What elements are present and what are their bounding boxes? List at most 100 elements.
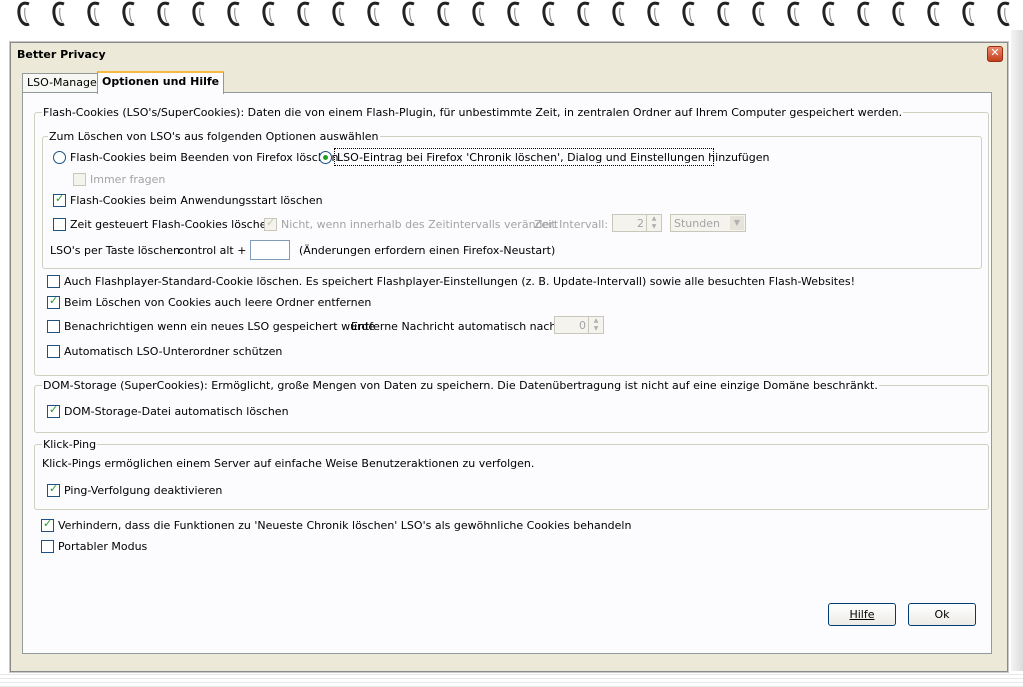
spiral-ring [51, 0, 67, 28]
not-changed-label: Nicht, wenn innerhalb des Zeitintervalls… [281, 218, 559, 231]
ok-button-label: Ok [934, 608, 950, 621]
checkmark-icon: ✓ [49, 482, 59, 495]
close-icon: ✕ [990, 46, 1000, 59]
help-button[interactable]: Hilfe [828, 603, 896, 626]
spiral-ring [716, 0, 732, 28]
spiral-ring [366, 0, 382, 28]
dom-auto-delete-label: DOM-Storage-Datei automatisch löschen [64, 405, 289, 418]
hotkey-modifier: control alt + [178, 244, 247, 257]
spiral-ring [506, 0, 522, 28]
timed-delete-checkbox[interactable] [53, 218, 66, 231]
ping-disable-checkbox[interactable]: ✓ [47, 482, 60, 497]
dom-storage-legend: DOM-Storage (SuperCookies): Ermöglicht, … [42, 379, 879, 392]
spiral-ring [156, 0, 172, 28]
interval-label: Zeit Intervall: [534, 218, 609, 231]
interval-stepper[interactable]: 2 ▲ ▼ [612, 214, 662, 232]
radio-delete-on-exit[interactable] [53, 151, 66, 164]
checkmark-icon: ✓ [266, 216, 276, 229]
std-cookie-checkbox[interactable] [47, 275, 60, 288]
portable-label: Portabler Modus [58, 540, 148, 553]
notify-checkbox[interactable] [47, 320, 60, 333]
radio-selected-dot [323, 155, 328, 160]
hotkey-note: (Änderungen erfordern einen Firefox-Neus… [299, 244, 556, 257]
radio-delete-on-exit-label: Flash-Cookies beim Beenden von Firefox l… [70, 151, 339, 164]
spiral-ring [926, 0, 942, 28]
spiral-ring [86, 0, 102, 28]
notify-remove-label: Entferne Nachricht automatisch nach [s] [351, 320, 575, 333]
empty-folders-checkbox[interactable]: ✓ [47, 294, 60, 309]
std-cookie-label: Auch Flashplayer-Standard-Cookie löschen… [64, 275, 855, 288]
spiral-ring [261, 0, 277, 28]
checkmark-icon: ✓ [55, 192, 65, 205]
close-button[interactable]: ✕ [987, 46, 1003, 62]
checkmark-icon: ✓ [49, 294, 59, 307]
interval-spin: ▲ ▼ [646, 215, 661, 231]
spin-up-icon[interactable]: ▲ [589, 317, 603, 325]
spiral-ring [821, 0, 837, 28]
checkmark-icon: ✓ [43, 517, 53, 530]
spiral-ring [191, 0, 207, 28]
dom-auto-delete-checkbox[interactable]: ✓ [47, 403, 60, 418]
prevent-checkbox[interactable]: ✓ [41, 517, 54, 532]
spiral-ring [961, 0, 977, 28]
delete-on-start-label: Flash-Cookies beim Anwendungsstart lösch… [70, 194, 323, 207]
title-bar: Better Privacy ✕ [11, 43, 1007, 65]
not-changed-checkbox[interactable]: ✓ [264, 216, 277, 231]
ping-disable-label: Ping-Verfolgung deaktivieren [64, 484, 223, 497]
ok-button[interactable]: Ok [908, 603, 976, 626]
spiral-ring [401, 0, 417, 28]
chevron-down-icon: ▼ [730, 216, 744, 230]
spiral-ring [856, 0, 872, 28]
spiral-ring [611, 0, 627, 28]
delete-on-start-checkbox[interactable]: ✓ [53, 192, 66, 207]
spiral-ring [681, 0, 697, 28]
spiral-ring [331, 0, 347, 28]
spiral-binding [0, 0, 1023, 36]
notify-remove-value: 0 [579, 319, 586, 332]
portable-checkbox[interactable] [41, 540, 54, 553]
tab-label: Optionen und Hilfe [102, 75, 220, 88]
page-stack-edge [0, 671, 1023, 687]
window-title: Better Privacy [17, 48, 106, 61]
klick-ping-legend: Klick-Ping [42, 438, 98, 451]
tab-label: LSO-Manager [27, 76, 102, 89]
always-ask-label: Immer fragen [90, 173, 166, 186]
help-button-label: Hilfe [849, 608, 875, 621]
spiral-ring [891, 0, 907, 28]
klick-ping-description: Klick-Pings ermöglichen einem Server auf… [42, 457, 535, 470]
spiral-ring [226, 0, 242, 28]
radio-history-entry[interactable] [319, 151, 332, 164]
tab-optionen-und-hilfe[interactable]: Optionen und Hilfe [97, 71, 225, 94]
page-edge-shadow [1011, 30, 1023, 687]
notify-remove-stepper[interactable]: 0 ▲ ▼ [554, 316, 604, 334]
always-ask-checkbox[interactable] [73, 173, 86, 186]
prevent-label: Verhindern, dass die Funktionen zu 'Neue… [58, 519, 632, 532]
spiral-ring [16, 0, 32, 28]
better-privacy-dialog: Better Privacy ✕ LSO-Manager Optionen un… [10, 42, 1008, 672]
hotkey-label: LSO's per Taste löschen: [50, 244, 184, 257]
spin-down-icon[interactable]: ▼ [589, 325, 603, 333]
flash-cookies-legend: Flash-Cookies (LSO's/SuperCookies): Date… [42, 106, 904, 119]
notify-label: Benachrichtigen wenn ein neues LSO gespe… [64, 320, 376, 333]
interval-unit-value: Stunden [674, 217, 720, 230]
spiral-ring [436, 0, 452, 28]
spin-up-icon[interactable]: ▲ [647, 215, 661, 223]
spiral-ring [121, 0, 137, 28]
spiral-ring [786, 0, 802, 28]
radio-history-entry-label: LSO-Eintrag bei Firefox 'Chronik löschen… [337, 151, 770, 164]
options-panel: Flash-Cookies (LSO's/SuperCookies): Date… [22, 92, 992, 654]
interval-unit-select[interactable]: Stunden ▼ [670, 214, 746, 232]
interval-value: 2 [637, 217, 644, 230]
spiral-ring [541, 0, 557, 28]
empty-folders-label: Beim Löschen von Cookies auch leere Ordn… [64, 296, 372, 309]
tab-lso-manager[interactable]: LSO-Manager [22, 73, 107, 92]
spiral-ring [296, 0, 312, 28]
spiral-ring [471, 0, 487, 28]
hotkey-key-input[interactable] [250, 240, 290, 260]
spiral-ring [996, 0, 1012, 28]
delete-options-legend: Zum Löschen von LSO's aus folgenden Opti… [48, 130, 380, 143]
spiral-ring [751, 0, 767, 28]
spin-down-icon[interactable]: ▼ [647, 223, 661, 231]
spiral-ring [576, 0, 592, 28]
protect-subfolders-checkbox[interactable] [47, 345, 60, 358]
